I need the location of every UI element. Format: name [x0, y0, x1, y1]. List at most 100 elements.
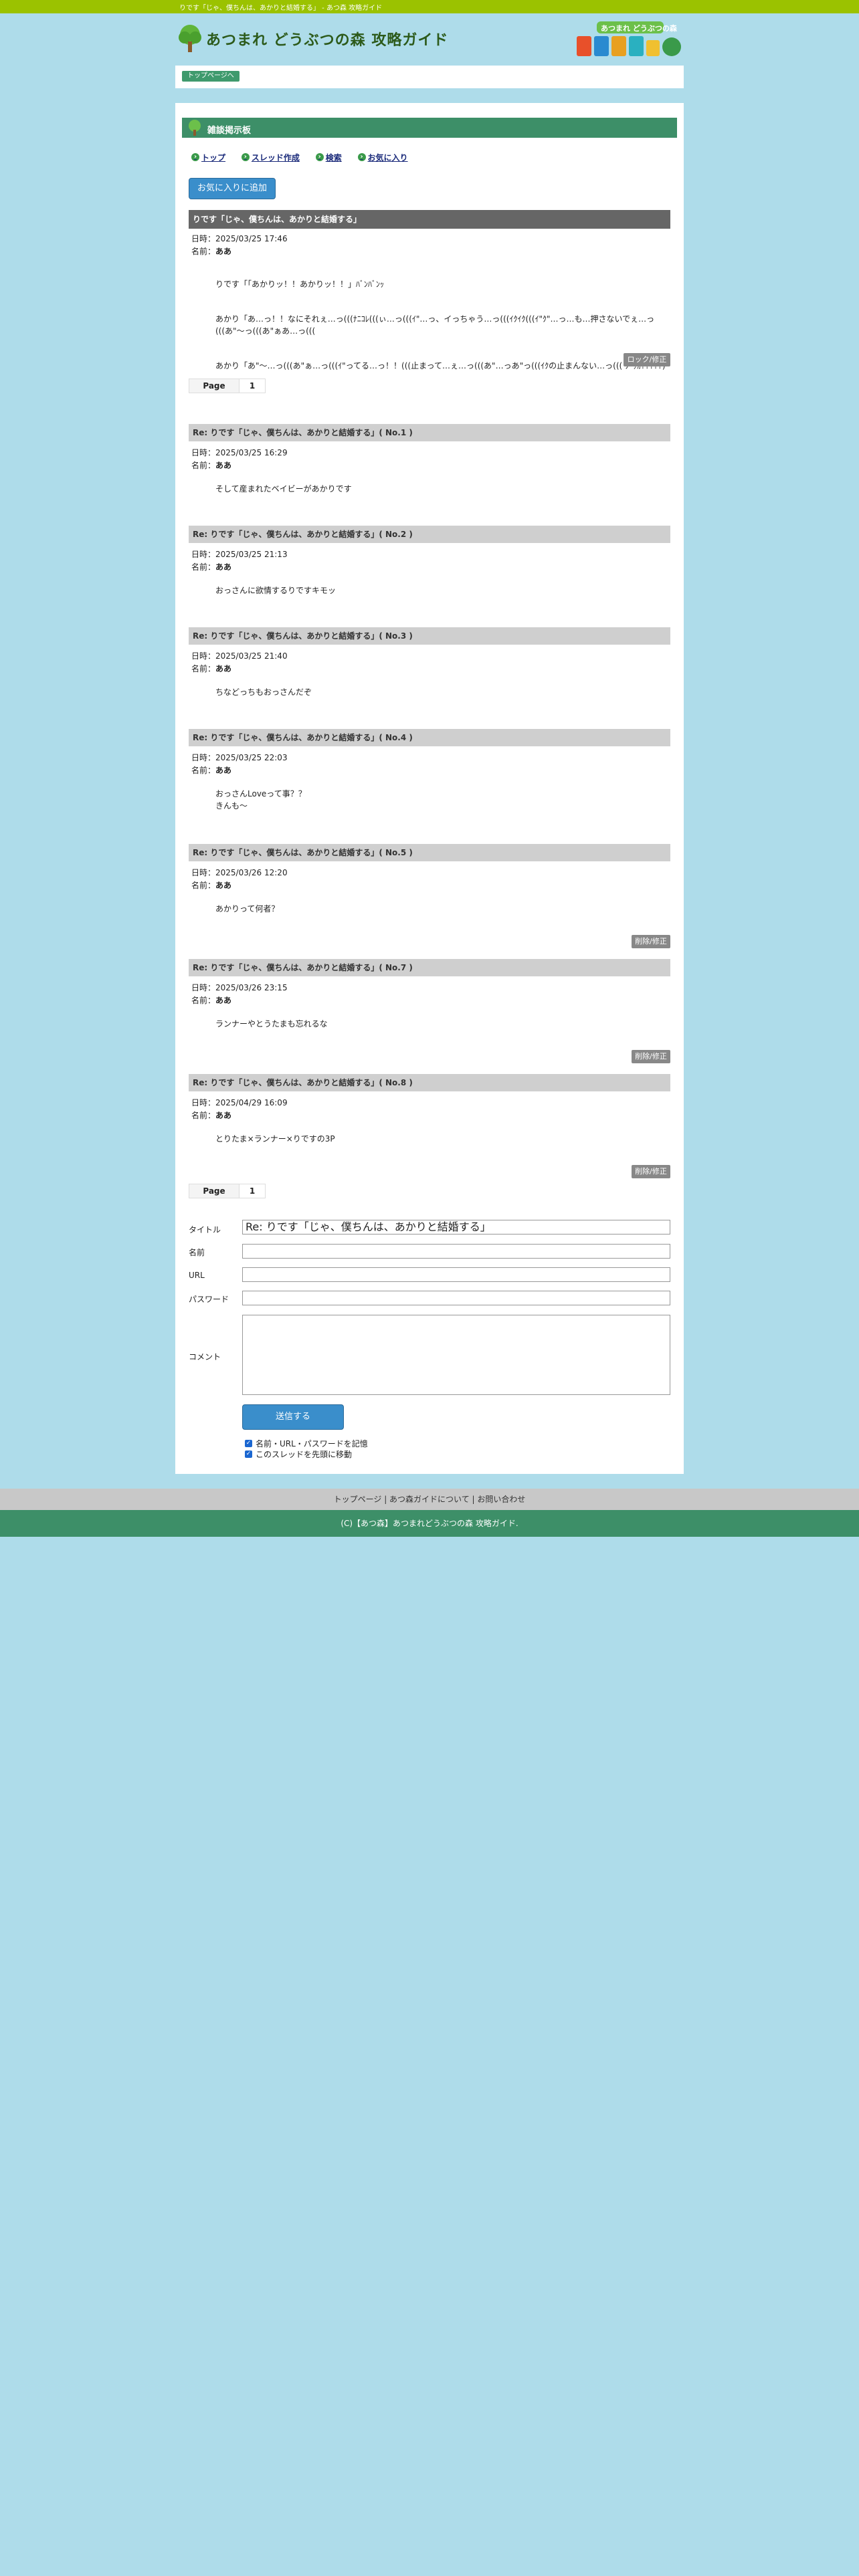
title-label: タイトル: [189, 1225, 221, 1235]
url-label: URL: [189, 1271, 205, 1280]
tree-icon: [179, 25, 201, 52]
delete-edit-button[interactable]: 削除/修正: [632, 1165, 670, 1178]
reply-title: Re: りです「じゃ、僕ちんは、あかりと結婚する」( No.5 ): [189, 844, 670, 861]
reply-body: おっさんLoveって事？？ きんも〜: [215, 789, 306, 811]
post-author: ああ: [215, 461, 232, 470]
add-favorite-button[interactable]: お気に入りに追加: [189, 178, 276, 199]
post-date: 2025/03/25 21:13: [215, 550, 288, 559]
name-label: 名前：: [191, 881, 216, 890]
post-date: 2025/03/25 16:29: [215, 448, 288, 457]
reply-body: そして産まれたベイビーがあかりです: [215, 484, 352, 494]
name-label: 名前：: [191, 247, 216, 256]
thread-meta: 日時：2025/03/25 17:46 名前：ああ: [191, 233, 288, 258]
pager-bottom: Page 1: [189, 1184, 266, 1198]
name-label: 名前：: [191, 664, 216, 673]
reply-body: あかりって何者？: [215, 904, 280, 914]
reply-body: おっさんに欲情するりですキモッ: [215, 586, 337, 595]
main-content: 雑談掲示板 › トップ › スレッド作成 › 検索 › お気に入り お気に入りに追加 り…: [175, 103, 684, 1474]
move-top-label: このスレッドを先頭に移動: [256, 1450, 353, 1459]
name-label: 名前：: [191, 996, 216, 1005]
arrow-icon: ›: [357, 153, 366, 161]
date-label: 日時：: [191, 1098, 216, 1107]
url-input[interactable]: [242, 1267, 670, 1282]
name-label: 名前：: [191, 766, 216, 775]
game-badge: あつまれ どうぶつの森: [577, 20, 684, 60]
post-date: 2025/03/25 22:03: [215, 753, 288, 762]
reply-meta: 日時：2025/03/26 23:15 名前：ああ: [191, 982, 288, 1007]
post-author: ああ: [215, 766, 232, 775]
date-label: 日時：: [191, 753, 216, 762]
title-input[interactable]: Re: りです「じゃ、僕ちんは、あかりと結婚する」: [242, 1220, 670, 1235]
nav-favorites[interactable]: › お気に入り: [357, 152, 408, 163]
reply-title: Re: りです「じゃ、僕ちんは、あかりと結婚する」( No.8 ): [189, 1074, 670, 1091]
body-line: あかり「あ…っ！！なにそれぇ…っ(((ﾅﾆｺﾚ(((ぃ…っ(((ｲ"…っ、イっち…: [215, 314, 655, 336]
logo-text: あつまれ どうぶつの森 攻略ガイド: [206, 32, 449, 49]
reply-body: ランナーやとうたまも忘れるな: [215, 1019, 328, 1029]
nav-create-thread[interactable]: › スレッド作成: [241, 152, 300, 163]
remember-label: 名前・URL・パスワードを記憶: [256, 1439, 368, 1448]
name-label: 名前：: [191, 562, 216, 572]
reply-meta: 日時：2025/03/25 21:13 名前：ああ: [191, 548, 288, 574]
body-line: あかり「あ"〜…っ(((あ"ぁ…っ(((ｲ"ってる…っ！！(((止まって…ぇ…っ…: [215, 361, 666, 370]
date-label: 日時：: [191, 550, 216, 559]
post-author: ああ: [215, 1111, 232, 1120]
reply-title: Re: りです「じゃ、僕ちんは、あかりと結婚する」( No.3 ): [189, 627, 670, 645]
pager-top: Page 1: [189, 379, 266, 393]
footer-links[interactable]: トップページ | あつ森ガイドについて | お問い合わせ: [0, 1489, 859, 1510]
reply-body: ちなどっちもおっさんだぞ: [215, 687, 312, 697]
nav-search[interactable]: › 検索: [315, 152, 342, 163]
pager-page-1[interactable]: 1: [240, 1184, 266, 1198]
post-date: 2025/03/26 12:20: [215, 868, 288, 877]
thread-title: りです「じゃ、僕ちんは、あかりと結婚する」: [189, 210, 670, 229]
post-date: 2025/03/26 23:15: [215, 983, 288, 992]
nav-top[interactable]: › トップ: [191, 152, 225, 163]
reply-title: Re: りです「じゃ、僕ちんは、あかりと結婚する」( No.4 ): [189, 729, 670, 746]
pager-label: Page: [189, 379, 240, 393]
thread-nav: › トップ › スレッド作成 › 検索 › お気に入り: [191, 151, 421, 163]
remember-checkbox[interactable]: ✓ 名前・URL・パスワードを記憶: [245, 1438, 368, 1449]
post-date: 2025/03/25 17:46: [215, 234, 288, 243]
password-input[interactable]: [242, 1291, 670, 1305]
arrow-icon: ›: [315, 153, 324, 161]
page-title-strip: りです「じゃ、僕ちんは、あかりと結婚する」 - あつ森 攻略ガイド: [179, 5, 383, 12]
reply-title: Re: りです「じゃ、僕ちんは、あかりと結婚する」( No.1 ): [189, 424, 670, 441]
date-label: 日時：: [191, 983, 216, 992]
reply-title: Re: りです「じゃ、僕ちんは、あかりと結婚する」( No.2 ): [189, 526, 670, 543]
delete-edit-button[interactable]: 削除/修正: [632, 935, 670, 948]
arrow-icon: ›: [241, 153, 250, 161]
move-top-checkbox[interactable]: ✓ このスレッドを先頭に移動: [245, 1448, 352, 1460]
reply-body: とりたま×ランナー×りですの3P: [215, 1134, 335, 1144]
name-input[interactable]: [242, 1244, 670, 1259]
post-author: ああ: [215, 664, 232, 673]
password-label: パスワード: [189, 1295, 229, 1304]
nav-favorites-label: お気に入り: [367, 152, 408, 163]
nav-top-label: トップ: [201, 152, 226, 163]
nav-create-label: スレッド作成: [251, 152, 300, 163]
breadcrumb: トップページへ: [175, 66, 684, 88]
comment-textarea[interactable]: [242, 1315, 670, 1395]
site-logo[interactable]: あつまれ どうぶつの森 攻略ガイド: [177, 20, 448, 55]
pager-label: Page: [189, 1184, 240, 1198]
send-button[interactable]: 送信する: [242, 1404, 344, 1430]
nav-search-label: 検索: [325, 152, 342, 163]
board-heading: 雑談掲示板: [182, 118, 677, 138]
tree-icon: [189, 120, 201, 136]
date-label: 日時：: [191, 234, 216, 243]
check-icon: ✓: [245, 1451, 252, 1458]
name-label: 名前：: [191, 461, 216, 470]
reply-meta: 日時：2025/03/25 22:03 名前：ああ: [191, 752, 288, 777]
reply-meta: 日時：2025/03/25 21:40 名前：ああ: [191, 650, 288, 675]
arrow-icon: ›: [191, 153, 199, 161]
date-label: 日時：: [191, 651, 216, 661]
delete-edit-button[interactable]: 削除/修正: [632, 1050, 670, 1063]
pager-page-1[interactable]: 1: [240, 379, 266, 393]
name-label: 名前：: [191, 1111, 216, 1120]
reply-title: Re: りです「じゃ、僕ちんは、あかりと結婚する」( No.7 ): [189, 959, 670, 976]
post-author: ああ: [215, 562, 232, 572]
comment-label: コメント: [189, 1352, 221, 1362]
breadcrumb-top-link[interactable]: トップページへ: [182, 71, 240, 82]
top-strip: りです「じゃ、僕ちんは、あかりと結婚する」 - あつ森 攻略ガイド: [0, 0, 859, 13]
date-label: 日時：: [191, 448, 216, 457]
lock-edit-button[interactable]: ロック/修正: [624, 353, 670, 366]
reply-meta: 日時：2025/03/25 16:29 名前：ああ: [191, 447, 288, 472]
